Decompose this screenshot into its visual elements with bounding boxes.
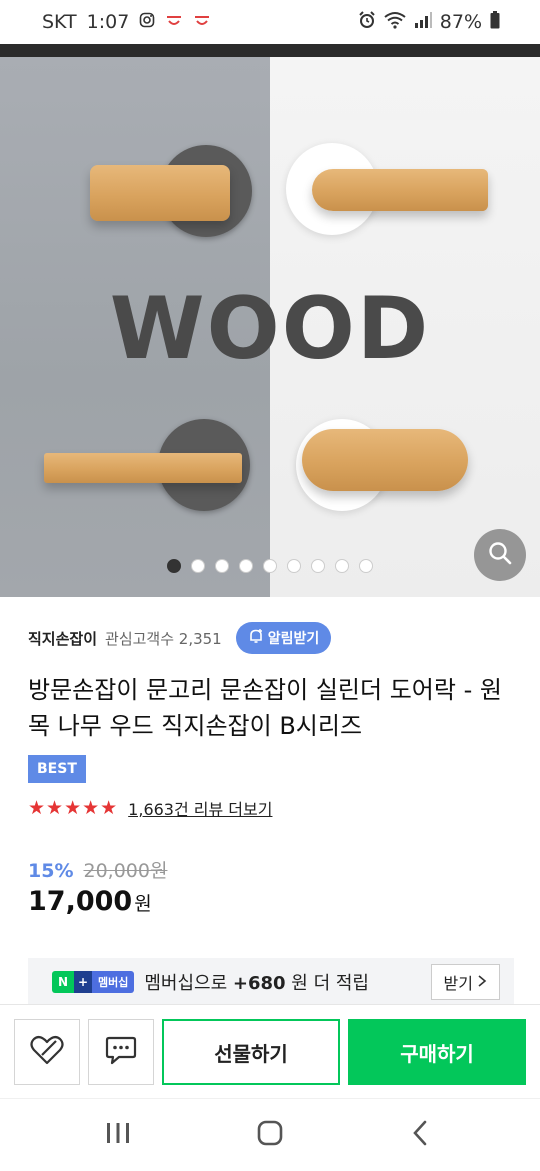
carousel-dot[interactable] — [359, 559, 373, 573]
alarm-subscribe-button[interactable]: 알림받기 — [235, 622, 332, 654]
store-name-link[interactable]: 직지손잡이 — [28, 628, 97, 649]
carousel-dot[interactable] — [239, 559, 253, 573]
instagram-icon — [139, 11, 155, 33]
store-info: 직지손잡이 관심고객수 2,351 알림받기 — [28, 620, 518, 656]
bell-plus-icon — [248, 628, 264, 648]
bottom-action-bar: 선물하기 구매하기 — [0, 1004, 540, 1098]
carousel-dot[interactable] — [167, 559, 181, 573]
discount-row: 15% 20,000원 — [28, 856, 167, 883]
original-price: 20,000원 — [83, 860, 168, 882]
gift-button[interactable]: 선물하기 — [162, 1019, 340, 1085]
receive-button-label: 받기 — [443, 974, 473, 993]
battery-icon — [490, 10, 500, 34]
chevron-right-icon — [477, 973, 487, 992]
home-icon — [257, 1120, 283, 1150]
price-unit: 원 — [134, 893, 152, 915]
best-badge: BEST — [28, 755, 86, 783]
wood-lever-handle — [302, 429, 468, 491]
star-rating: ★★★★★ — [28, 797, 119, 819]
wood-lever-handle — [90, 165, 230, 221]
recent-apps-button[interactable] — [78, 1099, 158, 1171]
review-more-link[interactable]: 1,663건 리뷰 더보기 — [128, 796, 272, 820]
back-chevron-icon — [411, 1120, 429, 1150]
battery-label: 87% — [439, 11, 482, 33]
alarm-icon — [358, 10, 376, 34]
time-label: 1:07 — [86, 11, 130, 33]
back-button[interactable] — [380, 1099, 460, 1171]
zoom-button[interactable] — [474, 529, 526, 581]
naver-plus-badge: N + 멤버십 — [52, 971, 135, 993]
sale-price: 17,000 — [28, 886, 133, 917]
carrier-label: SKT — [42, 11, 77, 33]
carousel-dot[interactable] — [263, 559, 277, 573]
alarm-button-label: 알림받기 — [267, 631, 320, 647]
notification-icon — [165, 11, 183, 33]
carousel-dot[interactable] — [335, 559, 349, 573]
price-row: 17,000 원 — [28, 886, 152, 917]
status-right: 87% — [358, 10, 500, 34]
chat-bubble-icon — [105, 1035, 137, 1069]
app-header-band — [0, 44, 540, 57]
follower-count: 관심고객수 2,351 — [105, 629, 222, 648]
membership-points-box: N + 멤버십 멤버십으로 +680 원 더 적립 받기 — [28, 958, 514, 1006]
system-navigation-bar — [0, 1098, 540, 1170]
membership-text-suffix: 원 더 적립 — [285, 973, 369, 994]
product-image-carousel[interactable]: WOOD — [0, 57, 540, 597]
discount-rate: 15% — [28, 860, 74, 882]
heart-icon — [30, 1035, 64, 1069]
notification-icon — [193, 11, 211, 33]
status-left: SKT 1:07 — [42, 11, 211, 33]
rating-row: ★★★★★ 1,663건 리뷰 더보기 — [28, 796, 272, 820]
carousel-dot[interactable] — [287, 559, 301, 573]
carousel-indicator — [0, 559, 540, 573]
plus-logo: + — [74, 971, 92, 993]
wishlist-button[interactable] — [14, 1019, 80, 1085]
wifi-icon — [384, 11, 406, 34]
membership-points-value: +680 — [232, 973, 286, 994]
talk-talk-button[interactable] — [88, 1019, 154, 1085]
search-icon — [487, 540, 513, 570]
buy-button[interactable]: 구매하기 — [348, 1019, 526, 1085]
store-row: 직지손잡이 관심고객수 2,351 알림받기 — [28, 620, 518, 656]
carousel-dot[interactable] — [215, 559, 229, 573]
membership-badge-label: 멤버십 — [92, 971, 135, 993]
wood-lever-handle — [44, 453, 242, 483]
naver-n-logo: N — [52, 971, 74, 993]
receive-points-button[interactable]: 받기 — [430, 964, 500, 1000]
wood-lever-handle — [312, 169, 488, 211]
home-button[interactable] — [230, 1099, 310, 1171]
carousel-dot[interactable] — [191, 559, 205, 573]
membership-points-text: 멤버십으로 +680 원 더 적립 — [144, 969, 369, 995]
hero-overlay-text: WOOD — [109, 279, 431, 379]
status-bar: SKT 1:07 87% — [0, 0, 540, 44]
product-title: 방문손잡이 문고리 문손잡이 실린더 도어락 - 원목 나무 우드 직지손잡이 … — [28, 676, 502, 740]
carousel-dot[interactable] — [311, 559, 325, 573]
membership-text-prefix: 멤버십으로 — [144, 973, 233, 994]
signal-icon — [414, 11, 432, 33]
recent-apps-icon — [105, 1122, 131, 1148]
